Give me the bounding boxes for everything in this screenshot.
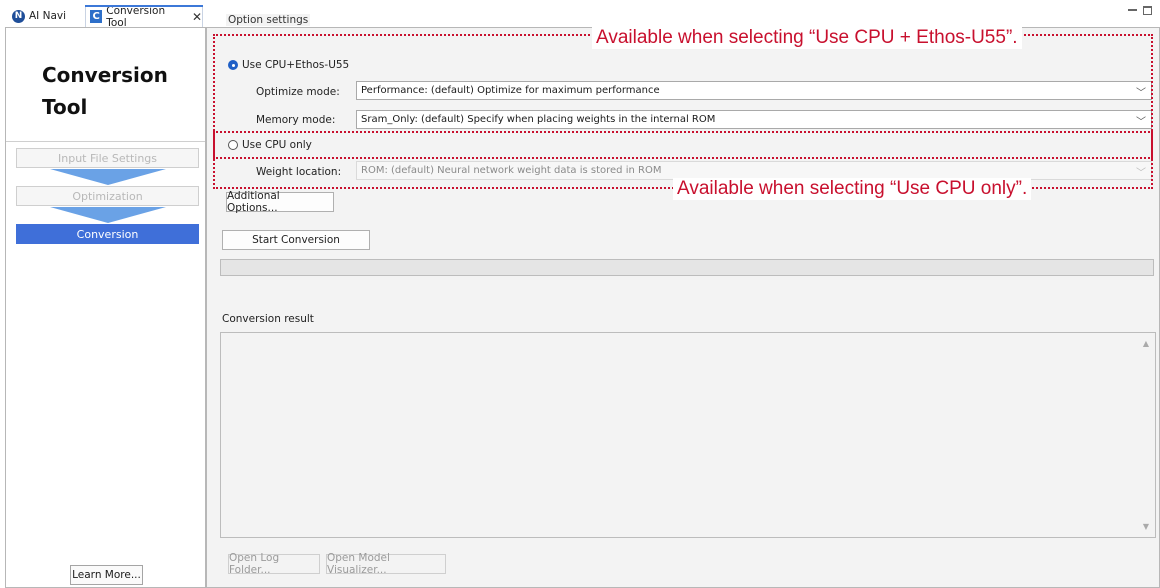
scroll-up-icon[interactable]: ▲	[1143, 339, 1149, 348]
step-conversion[interactable]: Conversion	[16, 224, 199, 244]
learn-more-button[interactable]: Learn More...	[70, 565, 143, 585]
sidebar: Conversion Tool Input File Settings Opti…	[5, 27, 206, 588]
close-icon[interactable]: ✕	[192, 10, 202, 24]
additional-options-button[interactable]: Additional Options...	[226, 190, 334, 214]
cpu-annotation: Available when selecting “Use CPU only”.	[673, 178, 1032, 200]
open-log-folder-button[interactable]: Open Log Folder...	[228, 552, 320, 576]
ai-navi-icon: N	[12, 9, 25, 23]
tab-conversion-tool[interactable]: C Conversion Tool ✕	[85, 4, 203, 29]
tab-conversion-tool-label: Conversion Tool	[106, 4, 166, 29]
start-conversion-button[interactable]: Start Conversion	[222, 230, 370, 250]
step-arrow-icon	[50, 169, 166, 185]
option-settings-legend: Option settings	[226, 14, 311, 26]
tab-ai-navi[interactable]: N AI Navi	[12, 6, 66, 26]
maximize-icon[interactable]	[1143, 6, 1152, 15]
step-optimization[interactable]: Optimization	[16, 186, 199, 206]
conversion-result-label: Conversion result	[222, 313, 314, 325]
ethos-annotation: Available when selecting “Use CPU + Etho…	[592, 27, 1022, 49]
conversion-tool-icon: C	[90, 10, 103, 23]
sidebar-title: Conversion Tool	[42, 63, 168, 119]
conversion-result-textarea[interactable]: ▲ ▼	[220, 332, 1156, 538]
conversion-progress-bar	[220, 259, 1154, 276]
scroll-down-icon[interactable]: ▼	[1143, 522, 1149, 531]
step-input-file-settings[interactable]: Input File Settings	[16, 148, 199, 168]
tab-ai-navi-label: AI Navi	[29, 10, 67, 22]
minimize-icon[interactable]	[1128, 9, 1137, 18]
open-model-visualizer-button[interactable]: Open Model Visualizer...	[326, 552, 446, 576]
view-controls	[1128, 6, 1152, 18]
sidebar-divider	[6, 141, 205, 142]
step-arrow-icon	[50, 207, 166, 223]
editor-tab-bar: N AI Navi C Conversion Tool ✕	[0, 0, 1160, 29]
